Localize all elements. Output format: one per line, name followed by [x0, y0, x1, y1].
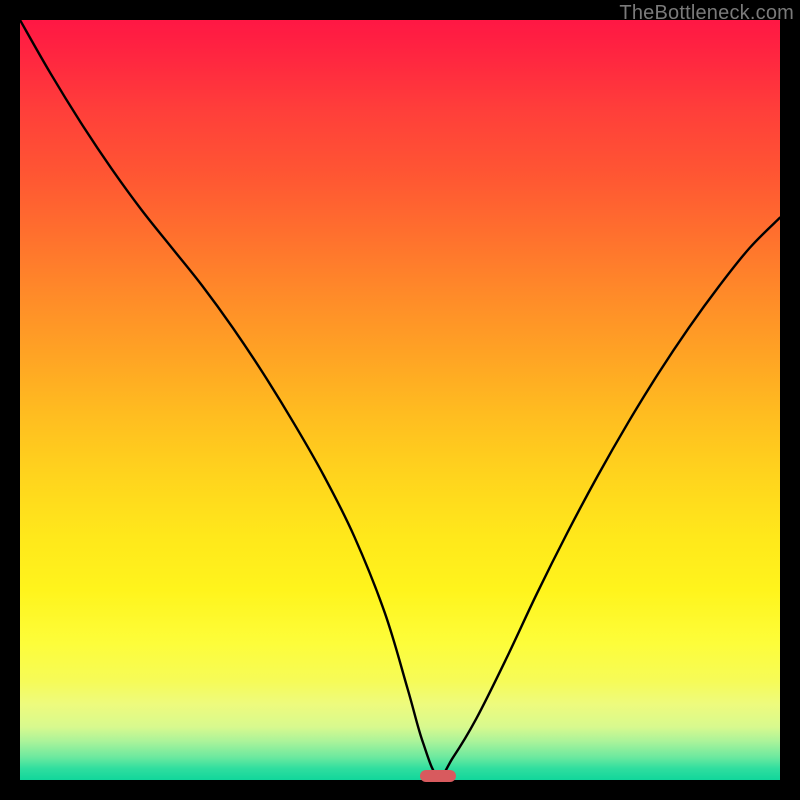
chart-frame: TheBottleneck.com [0, 0, 800, 800]
plot-area [20, 20, 780, 780]
minimum-marker [420, 770, 456, 782]
curve-layer [20, 20, 780, 780]
bottleneck-curve [20, 20, 780, 777]
